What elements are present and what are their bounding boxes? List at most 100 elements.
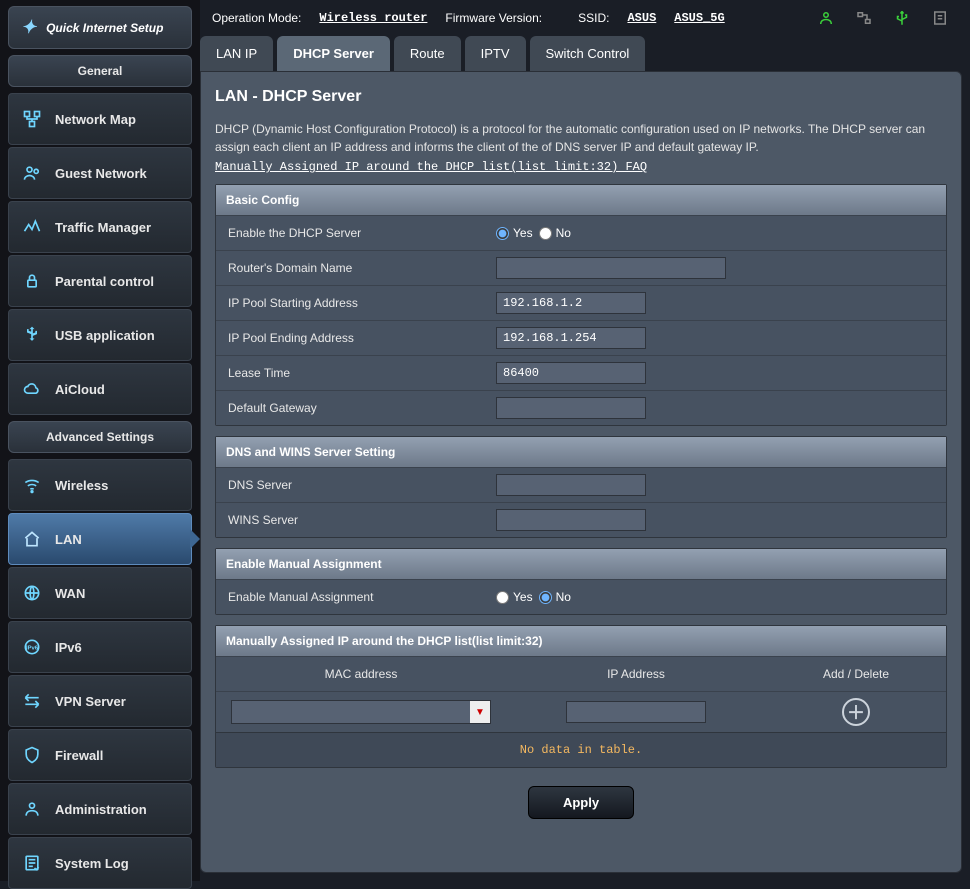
mac-address-select[interactable]: ▼ [231,700,491,724]
nav-parental-control[interactable]: Parental control [8,255,192,307]
network-map-icon [21,108,43,130]
ssid-label: SSID: [578,11,609,25]
nav-vpn-server[interactable]: VPN Server [8,675,192,727]
parental-control-icon [21,270,43,292]
nav-aicloud[interactable]: AiCloud [8,363,192,415]
tab-iptv[interactable]: IPTV [465,36,526,71]
tab-route[interactable]: Route [394,36,461,71]
assigned-input-row: ▼ ＋ [216,691,946,732]
nav-administration[interactable]: Administration [8,783,192,835]
lease-time-input[interactable] [496,362,646,384]
quick-internet-setup-button[interactable]: ✦ Quick Internet Setup [8,6,192,49]
assigned-table-head: MAC address IP Address Add / Delete [216,656,946,691]
wins-server-label: WINS Server [216,503,486,537]
general-section-title: General [8,55,192,87]
advanced-nav-list: Wireless LAN WAN IPv6 IPv6 VPN Server Fi… [8,459,192,889]
reboot-icon[interactable] [930,8,950,28]
tab-lan-ip[interactable]: LAN IP [200,36,273,71]
network-status-icon[interactable] [854,8,874,28]
basic-config-header: Basic Config [216,185,946,215]
dns-wins-header: DNS and WINS Server Setting [216,437,946,467]
nav-system-log[interactable]: System Log [8,837,192,889]
enable-dhcp-yes[interactable]: Yes [496,226,533,240]
default-gateway-input[interactable] [496,397,646,419]
administration-icon [21,798,43,820]
guest-network-icon [21,162,43,184]
main: Operation Mode: Wireless router Firmware… [200,0,970,881]
chevron-down-icon: ▼ [475,707,485,718]
advanced-section-title: Advanced Settings [8,421,192,453]
nav-lan[interactable]: LAN [8,513,192,565]
nav-label: WAN [55,586,85,601]
assigned-ip-block: Manually Assigned IP around the DHCP lis… [215,625,947,768]
page-description: DHCP (Dynamic Host Configuration Protoco… [215,120,947,156]
general-nav-list: Network Map Guest Network Traffic Manage… [8,93,192,415]
wan-icon [21,582,43,604]
nav-usb-application[interactable]: USB application [8,309,192,361]
lease-time-label: Lease Time [216,356,486,390]
nav-label: Parental control [55,274,154,289]
wins-server-input[interactable] [496,509,646,531]
assigned-empty-row: No data in table. [216,732,946,767]
assigned-ip-header: Manually Assigned IP around the DHCP lis… [216,626,946,656]
manual-enable-label: Enable Manual Assignment [216,580,486,614]
pool-end-label: IP Pool Ending Address [216,321,486,355]
wireless-icon [21,474,43,496]
nav-label: Guest Network [55,166,147,181]
client-status-icon[interactable] [816,8,836,28]
pool-start-label: IP Pool Starting Address [216,286,486,320]
usb-application-icon [21,324,43,346]
apply-row: Apply [215,778,947,819]
col-action: Add / Delete [766,657,946,691]
mac-dropdown-button[interactable]: ▼ [470,701,490,723]
fw-label: Firmware Version: [445,11,542,25]
nav-label: Firewall [55,748,103,763]
dns-server-input[interactable] [496,474,646,496]
nav-label: LAN [55,532,82,547]
pool-start-input[interactable] [496,292,646,314]
nav-wireless[interactable]: Wireless [8,459,192,511]
domain-name-input[interactable] [496,257,726,279]
nav-label: USB application [55,328,155,343]
faq-link[interactable]: Manually Assigned IP around the DHCP lis… [215,160,647,174]
nav-label: Wireless [55,478,108,493]
nav-guest-network[interactable]: Guest Network [8,147,192,199]
tab-dhcp-server[interactable]: DHCP Server [277,36,390,71]
tabs: LAN IP DHCP Server Route IPTV Switch Con… [200,36,962,71]
ipv6-icon: IPv6 [21,636,43,658]
pool-end-input[interactable] [496,327,646,349]
nav-label: System Log [55,856,129,871]
mac-address-input[interactable] [232,701,470,723]
wand-icon: ✦ [21,17,36,38]
manual-enable-yes[interactable]: Yes [496,590,533,604]
manual-assignment-header: Enable Manual Assignment [216,549,946,579]
nav-firewall[interactable]: Firewall [8,729,192,781]
dns-server-label: DNS Server [216,468,486,502]
quick-setup-label: Quick Internet Setup [46,21,163,35]
nav-label: AiCloud [55,382,105,397]
vpn-icon [21,690,43,712]
usb-status-icon[interactable] [892,8,912,28]
nav-network-map[interactable]: Network Map [8,93,192,145]
nav-label: Administration [55,802,147,817]
apply-button[interactable]: Apply [528,786,634,819]
ip-address-input[interactable] [566,701,706,723]
ssid-value-1[interactable]: ASUS [627,11,656,25]
ssid-value-2[interactable]: ASUS_5G [674,11,724,25]
op-mode-label: Operation Mode: [212,11,301,25]
col-ip: IP Address [506,657,766,691]
enable-dhcp-no[interactable]: No [539,226,571,240]
nav-traffic-manager[interactable]: Traffic Manager [8,201,192,253]
content-panel: LAN - DHCP Server DHCP (Dynamic Host Con… [200,71,962,873]
nav-ipv6[interactable]: IPv6 IPv6 [8,621,192,673]
tab-switch-control[interactable]: Switch Control [530,36,646,71]
nav-wan[interactable]: WAN [8,567,192,619]
traffic-manager-icon [21,216,43,238]
manual-enable-radio-group: Yes No [496,590,571,604]
nav-label: Network Map [55,112,136,127]
add-entry-button[interactable]: ＋ [842,698,870,726]
op-mode-value[interactable]: Wireless router [319,11,427,25]
manual-enable-no[interactable]: No [539,590,571,604]
nav-label: IPv6 [55,640,82,655]
nav-label: Traffic Manager [55,220,151,235]
